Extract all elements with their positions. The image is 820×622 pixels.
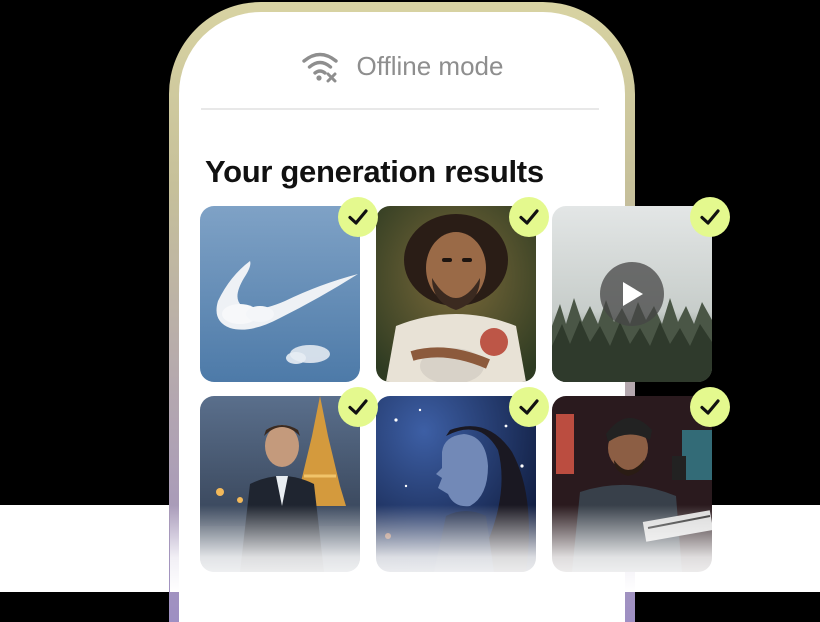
checkmark-icon <box>690 197 730 237</box>
result-tile-eiffel-man[interactable] <box>200 396 360 572</box>
result-tile-rugby-player[interactable] <box>376 206 536 382</box>
play-icon <box>623 282 643 306</box>
offline-status-bar: Offline mode <box>179 46 625 86</box>
result-tile-starry-woman[interactable] <box>376 396 536 572</box>
woman-starry-sky-image <box>376 396 536 572</box>
checkmark-icon <box>509 387 549 427</box>
wifi-off-icon <box>301 52 338 83</box>
checkmark-icon <box>509 197 549 237</box>
music-producer-studio-image <box>552 396 712 572</box>
checkmark-icon <box>338 197 378 237</box>
man-at-eiffel-tower-image <box>200 396 360 572</box>
divider <box>201 108 599 110</box>
cloud-swoosh-image <box>200 206 360 382</box>
checkmark-icon <box>338 387 378 427</box>
results-title: Your generation results <box>205 154 544 189</box>
offline-mode-label: Offline mode <box>356 50 504 81</box>
checkmark-icon <box>690 387 730 427</box>
result-tile-music-producer[interactable] <box>552 396 712 572</box>
result-tile-cloud-swoosh[interactable] <box>200 206 360 382</box>
play-button[interactable] <box>600 262 664 326</box>
rugby-player-image <box>376 206 536 382</box>
result-tile-forest-video[interactable] <box>552 206 712 382</box>
